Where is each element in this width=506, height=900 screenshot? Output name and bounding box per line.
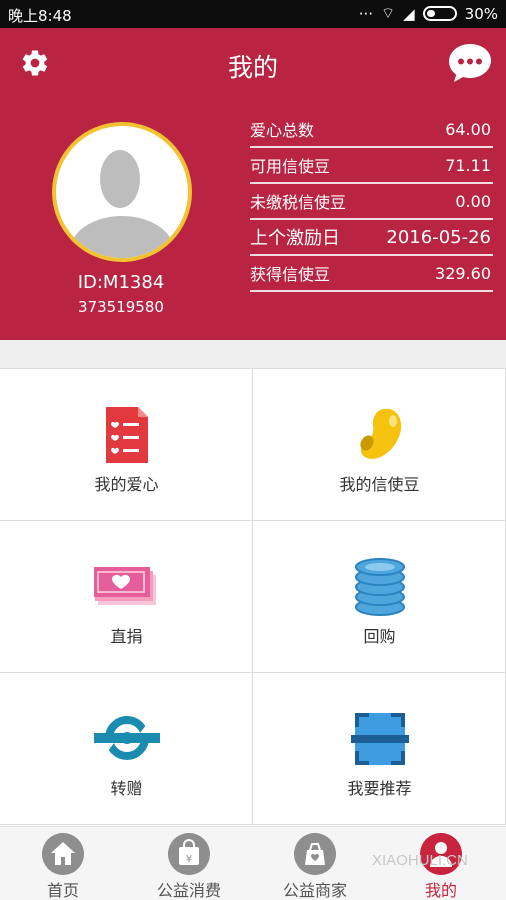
menu-item-buyback[interactable]: 回购 [253, 521, 506, 673]
status-icons: ··· ⌔ ◢ 30% [359, 4, 498, 23]
tab-label: 首页 [46, 881, 79, 900]
avatar[interactable] [52, 122, 192, 262]
stat-row-earned-beans: 获得信使豆 329.60 [250, 256, 493, 292]
menu-item-label: 我要推荐 [347, 779, 412, 798]
money-heart-icon [94, 567, 156, 605]
stat-label: 上个激励日 [250, 228, 340, 249]
coin-stack-icon [355, 558, 405, 616]
menu-item-recommend[interactable]: 我要推荐 [253, 673, 506, 825]
menu-item-direct-donate[interactable]: 直捐 [0, 521, 253, 673]
tab-home[interactable]: 首页 [0, 827, 126, 900]
menu-item-label: 直捐 [110, 627, 143, 646]
tab-label: 公益消费 [156, 881, 221, 900]
chat-bubble-icon[interactable] [448, 42, 492, 84]
menu-item-my-beans[interactable]: 我的信使豆 [253, 369, 506, 521]
menu-item-my-love[interactable]: 我的爱心 [0, 369, 253, 521]
stat-label: 可用信使豆 [250, 157, 331, 176]
transfer-icon [94, 716, 160, 760]
merchant-icon [294, 833, 336, 875]
tab-charity-consumption[interactable]: ¥ 公益消费 [126, 827, 252, 900]
menu-item-label: 我的信使豆 [339, 475, 420, 494]
stat-value: 71.11 [445, 155, 491, 175]
heart-list-icon [106, 407, 148, 463]
menu-item-label: 我的爱心 [94, 475, 159, 494]
cell-signal-icon: ◢ [403, 4, 415, 23]
stat-label: 爱心总数 [250, 121, 315, 140]
home-icon [42, 833, 84, 875]
stat-label: 未缴税信使豆 [250, 193, 347, 212]
tab-label: 我的 [424, 881, 457, 900]
avatar-placeholder-icon [56, 126, 188, 258]
signal-dots-icon: ··· [358, 4, 373, 23]
menu-item-transfer[interactable]: 转赠 [0, 673, 253, 825]
bean-icon [360, 408, 402, 459]
stat-value: 329.60 [435, 263, 491, 283]
profile-header: 我的 ID:M1384 373519580 爱心总数 64.00 可用信使豆 7… [0, 28, 506, 340]
stat-value: 2016-05-26 [386, 226, 491, 248]
stats-list: 爱心总数 64.00 可用信使豆 71.11 未缴税信使豆 0.00 上个激励日… [250, 112, 493, 292]
menu-item-label: 回购 [363, 627, 396, 646]
wifi-icon: ⌔ [381, 4, 396, 22]
stat-row-available-beans: 可用信使豆 71.11 [250, 148, 493, 184]
stat-row-last-incentive-date: 上个激励日 2016-05-26 [250, 220, 493, 256]
svg-text:¥: ¥ [186, 854, 192, 865]
battery-icon [422, 6, 457, 21]
menu-item-label: 转赠 [110, 779, 143, 798]
watermark: XIAOHULI.CN [372, 852, 468, 869]
stat-row-love-total: 爱心总数 64.00 [250, 112, 493, 148]
scan-icon [351, 713, 409, 765]
user-phone: 373519580 [78, 298, 164, 316]
shopping-bag-icon: ¥ [168, 833, 210, 875]
stat-label: 获得信使豆 [250, 265, 331, 284]
battery-percent: 30% [464, 4, 498, 23]
tab-label: 公益商家 [282, 881, 347, 900]
user-id: ID:M1384 [77, 272, 165, 293]
stat-value: 0.00 [455, 191, 491, 211]
page-title: 我的 [227, 53, 278, 82]
menu-grid: 我的爱心 我的信使豆 直捐 回购 转赠 我要推荐 [0, 368, 506, 826]
stat-row-untaxed-beans: 未缴税信使豆 0.00 [250, 184, 493, 220]
status-time: 晚上8:48 [8, 7, 72, 25]
tab-charity-merchants[interactable]: 公益商家 [252, 827, 378, 900]
status-bar: 晚上8:48 ··· ⌔ ◢ 30% [0, 0, 506, 28]
stat-value: 64.00 [445, 119, 491, 139]
